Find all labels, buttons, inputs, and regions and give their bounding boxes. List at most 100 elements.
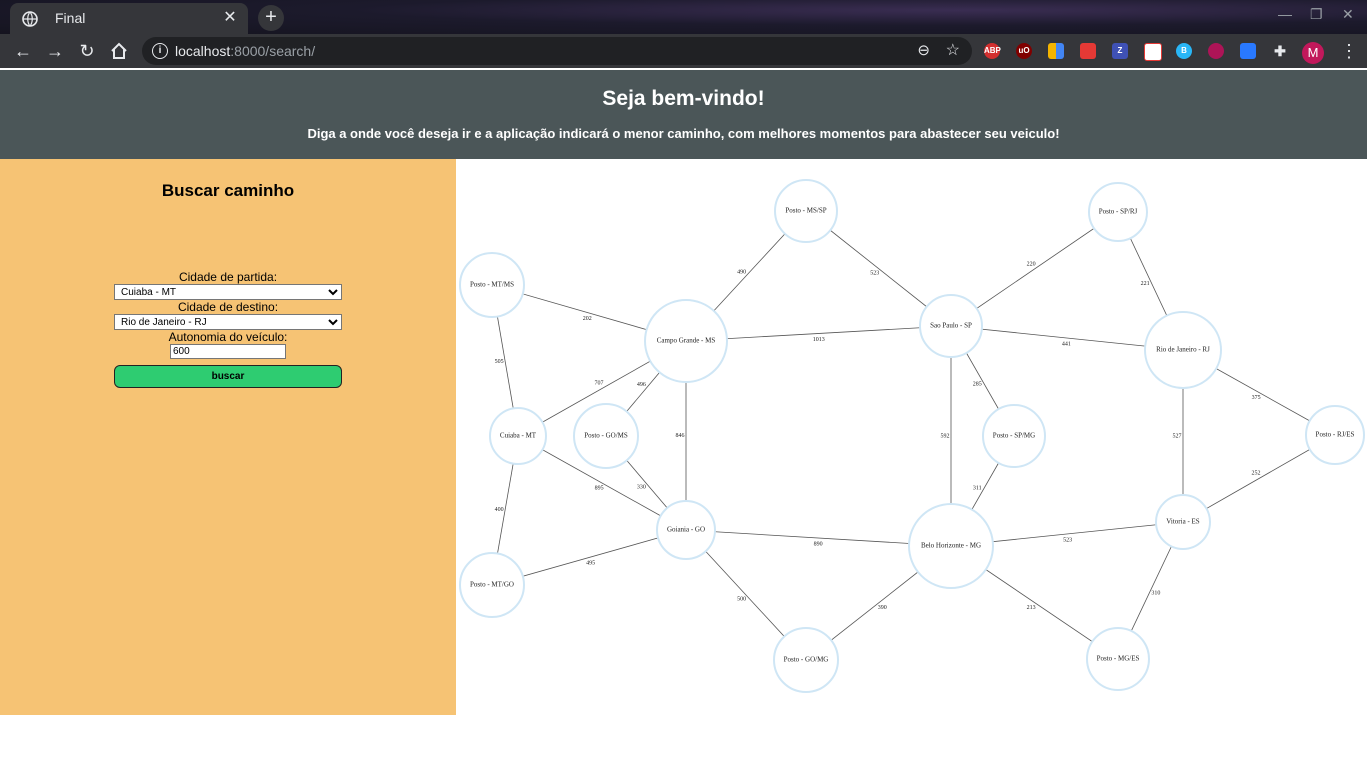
graph-node[interactable]: Posto - GO/MG xyxy=(773,627,839,693)
zoom-icon[interactable]: ⊖ xyxy=(917,41,930,59)
graph-edge-label: 495 xyxy=(586,561,595,567)
destination-label: Cidade de destino: xyxy=(177,300,279,314)
graph-node[interactable]: Posto - SP/MG xyxy=(982,404,1046,468)
graph-node-label: Posto - MT/GO xyxy=(470,581,514,589)
graph-edge-label: 707 xyxy=(595,381,604,387)
graph-node-label: Posto - SP/MG xyxy=(993,432,1035,440)
graph-node[interactable]: Posto - GO/MS xyxy=(573,403,639,469)
graph-edge-label: 846 xyxy=(676,433,685,439)
origin-select[interactable]: Cuiaba - MT xyxy=(114,284,342,300)
route-graph-svg[interactable]: Posto - MT/MS Posto - MS/SP Posto - SP/RJ C… xyxy=(456,159,1367,715)
graph-node[interactable]: Rio de Janeiro - RJ xyxy=(1144,311,1222,389)
graph-node-label: Posto - MS/SP xyxy=(785,207,826,215)
graph-edge-label: 496 xyxy=(637,382,646,388)
graph-edge-label: 375 xyxy=(1252,395,1261,401)
graph-node-label: Cuiaba - MT xyxy=(500,432,537,440)
graph-edge-label: 252 xyxy=(1252,471,1261,477)
url-path: :8000/search/ xyxy=(230,43,316,59)
graph-node[interactable]: Posto - MG/ES xyxy=(1086,627,1150,691)
graph-node-label: Vitoria - ES xyxy=(1166,518,1200,526)
search-button[interactable]: buscar xyxy=(114,365,342,388)
graph-edge-label: 527 xyxy=(1173,433,1182,439)
graph-node-label: Posto - SP/RJ xyxy=(1099,208,1138,216)
graph-edge-label: 490 xyxy=(737,269,746,275)
page-subtitle: Diga a onde você deseja ir e a aplicação… xyxy=(307,126,1060,141)
download-extension-icon[interactable] xyxy=(1208,43,1224,59)
graph-edge-label: 220 xyxy=(1027,261,1036,267)
graph-node-label: Campo Grande - MS xyxy=(657,337,716,345)
destination-select[interactable]: Rio de Janeiro - RJ xyxy=(114,314,342,330)
graph-edge-label: 890 xyxy=(814,541,823,547)
graph-node-label: Rio de Janeiro - RJ xyxy=(1156,346,1210,354)
profile-avatar[interactable]: M xyxy=(1302,42,1324,64)
close-tab-icon[interactable]: ✕ xyxy=(220,8,240,28)
graph-node-label: Posto - GO/MS xyxy=(584,432,628,440)
graph-edge-label: 523 xyxy=(1063,537,1072,543)
graph-edge-label: 310 xyxy=(1151,590,1160,596)
search-title: Buscar caminho xyxy=(161,181,295,200)
colorful-extension-icon[interactable] xyxy=(1048,43,1064,59)
close-window-icon[interactable]: ✕ xyxy=(1342,6,1354,23)
graph-node[interactable]: Cuiaba - MT xyxy=(489,407,547,465)
graph-edge-label: 390 xyxy=(878,605,887,611)
browser-menu-icon[interactable]: ⋮ xyxy=(1340,41,1358,62)
ublock-extension-icon[interactable]: uO xyxy=(1016,43,1032,59)
reload-icon[interactable]: ↻ xyxy=(75,39,99,63)
graph-node-label: Posto - MT/MS xyxy=(470,281,514,289)
forward-icon[interactable]: → xyxy=(43,39,67,63)
graph-edge-label: 505 xyxy=(495,359,504,365)
zoom-meeting-extension-icon[interactable] xyxy=(1240,43,1256,59)
search-form: Cidade de partida: Cuiaba - MT Cidade de… xyxy=(114,270,342,388)
browser-toolbar: ← → ↻ i localhost:8000/search/ ⊖ ☆ ABP u… xyxy=(0,34,1367,68)
new-tab-button[interactable]: + xyxy=(258,5,284,31)
maximize-icon[interactable]: ❐ xyxy=(1310,6,1323,23)
site-info-icon[interactable]: i xyxy=(152,43,168,59)
graph-node[interactable]: Vitoria - ES xyxy=(1155,494,1211,550)
b-extension-icon[interactable]: B xyxy=(1176,43,1192,59)
graph-node-label: Posto - MG/ES xyxy=(1097,655,1140,663)
minimize-icon[interactable]: — xyxy=(1278,6,1292,22)
graph-edge-label: 221 xyxy=(1141,281,1150,287)
graph-node[interactable]: Posto - MT/GO xyxy=(459,552,525,618)
autonomy-input[interactable] xyxy=(170,344,286,359)
graph-node[interactable]: Campo Grande - MS xyxy=(644,299,728,383)
graph-node-label: Posto - GO/MG xyxy=(784,656,829,664)
graph-node[interactable]: Sao Paulo - SP xyxy=(919,294,983,358)
url-host: localhost xyxy=(175,43,231,59)
graph-edge-label: 330 xyxy=(637,484,646,490)
home-icon[interactable] xyxy=(107,39,131,63)
back-icon[interactable]: ← xyxy=(11,39,35,63)
graph-node[interactable]: Posto - MS/SP xyxy=(774,179,838,243)
graph-node-label: Goiania - GO xyxy=(667,526,705,534)
graph-node-label: Sao Paulo - SP xyxy=(930,322,972,330)
graph-node-label: Belo Horizonte - MG xyxy=(921,542,981,550)
page-title: Seja bem-vindo! xyxy=(602,87,765,110)
page: Seja bem-vindo! Diga a onde você deseja … xyxy=(0,68,1367,768)
graph-edge-label: 523 xyxy=(870,271,879,277)
zotero-extension-icon[interactable]: Z xyxy=(1112,43,1128,59)
page-header: Seja bem-vindo! Diga a onde você deseja … xyxy=(0,70,1367,159)
bookmark-star-icon[interactable]: ☆ xyxy=(946,40,960,60)
route-graph[interactable]: Posto - MT/MS Posto - MS/SP Posto - SP/RJ C… xyxy=(456,159,1367,715)
puzzle-extensions-icon[interactable]: ✚ xyxy=(1272,43,1288,59)
graph-edge-label: 1013 xyxy=(813,337,825,343)
address-bar[interactable]: i localhost:8000/search/ ⊖ ☆ xyxy=(142,37,972,65)
grid-extension-icon[interactable] xyxy=(1080,43,1096,59)
calendar-extension-icon[interactable] xyxy=(1144,43,1162,61)
graph-edge-label: 285 xyxy=(973,381,982,387)
autonomy-label: Autonomia do veículo: xyxy=(168,330,288,344)
globe-icon xyxy=(22,11,38,27)
graph-edge-label: 441 xyxy=(1062,341,1071,347)
browser-tab[interactable]: Final ✕ xyxy=(10,3,248,34)
adblock-extension-icon[interactable]: ABP xyxy=(984,43,1001,59)
graph-node-label: Posto - RJ/ES xyxy=(1316,431,1355,439)
graph-node[interactable]: Posto - MT/MS xyxy=(459,252,525,318)
graph-node[interactable]: Goiania - GO xyxy=(656,500,716,560)
graph-edge-label: 592 xyxy=(941,433,950,439)
graph-node[interactable]: Posto - RJ/ES xyxy=(1305,405,1365,465)
search-panel: Buscar caminho Cidade de partida: Cuiaba… xyxy=(0,159,456,715)
graph-node[interactable]: Belo Horizonte - MG xyxy=(908,503,994,589)
tab-title: Final xyxy=(55,10,86,26)
graph-node[interactable]: Posto - SP/RJ xyxy=(1088,182,1148,242)
graph-edge-label: 500 xyxy=(737,596,746,602)
